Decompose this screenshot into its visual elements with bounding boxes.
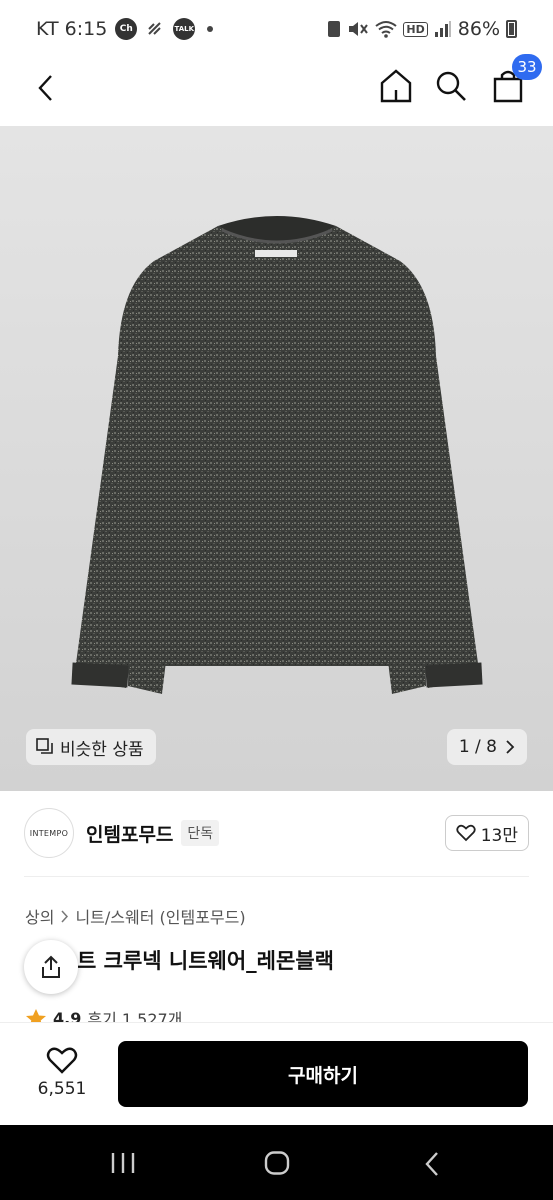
copy-stack-icon <box>36 738 53 754</box>
chevron-right-icon <box>506 740 515 754</box>
home-button[interactable] <box>376 66 416 106</box>
heart-icon <box>46 1047 78 1074</box>
recent-apps-icon[interactable] <box>110 1151 136 1175</box>
wishlist-count: 6,551 <box>37 1079 87 1099</box>
chevron-right-icon <box>61 909 69 923</box>
back-nav-icon[interactable] <box>424 1151 440 1177</box>
signal-icon <box>434 21 451 37</box>
brand-logo[interactable]: INTEMPO <box>24 808 74 858</box>
search-icon <box>436 71 466 101</box>
cart-button[interactable]: 33 <box>488 54 542 106</box>
similar-products-button[interactable]: 비슷한 상품 <box>26 729 156 765</box>
battery-icon <box>506 20 517 38</box>
breadcrumb-subcategory[interactable]: 니트/스웨터 (인템포무드) <box>75 904 245 928</box>
product-page: KT 6:15 Ch TALK HD 86% 33 비슷한 상품 1 / 8 I… <box>0 0 553 1200</box>
similar-products-label: 비슷한 상품 <box>60 739 144 760</box>
wifi-icon <box>375 21 398 38</box>
image-pager-count: 1 / 8 <box>458 737 497 757</box>
share-button[interactable] <box>24 940 78 994</box>
brand-row: INTEMPO 인템포무드 단독 13만 <box>24 805 529 861</box>
purchase-bar: 6,551 구매하기 <box>0 1022 553 1124</box>
breadcrumb: 상의 니트/스웨터 (인템포무드) <box>25 904 246 928</box>
talk-notification-icon: TALK <box>173 18 196 40</box>
brand-name[interactable]: 인템포무드 <box>86 820 173 847</box>
data-saver-icon <box>328 21 341 37</box>
wishlist-button[interactable]: 6,551 <box>30 1045 94 1099</box>
product-image-carousel[interactable]: 비슷한 상품 1 / 8 <box>0 126 553 791</box>
system-navigation-bar <box>0 1125 553 1200</box>
app-bar: 33 <box>0 54 553 126</box>
status-bar: KT 6:15 Ch TALK HD 86% <box>0 0 553 58</box>
search-button[interactable] <box>431 66 471 106</box>
status-time: KT 6:15 <box>36 18 108 40</box>
home-icon <box>380 69 412 103</box>
mute-notification-icon <box>148 22 162 35</box>
more-notifications-icon <box>207 26 214 32</box>
back-button[interactable] <box>26 68 66 108</box>
cart-count-badge: 33 <box>512 54 542 80</box>
silent-mode-icon <box>349 22 369 36</box>
home-nav-icon[interactable] <box>264 1151 290 1175</box>
exclusive-badge: 단독 <box>181 820 220 846</box>
product-image <box>71 216 483 694</box>
chevron-left-icon <box>38 75 52 101</box>
share-icon <box>42 955 60 978</box>
divider <box>24 876 529 877</box>
breadcrumb-category[interactable]: 상의 <box>25 904 54 928</box>
battery-percent: 86% <box>457 18 500 40</box>
brand-like-button[interactable]: 13만 <box>444 815 529 851</box>
heart-icon <box>456 824 476 842</box>
buy-button[interactable]: 구매하기 <box>118 1041 528 1107</box>
channel-notification-icon: Ch <box>115 18 138 40</box>
image-pager[interactable]: 1 / 8 <box>446 729 527 765</box>
hd-voice-badge: HD <box>403 21 428 37</box>
brand-like-count: 13만 <box>480 825 518 846</box>
